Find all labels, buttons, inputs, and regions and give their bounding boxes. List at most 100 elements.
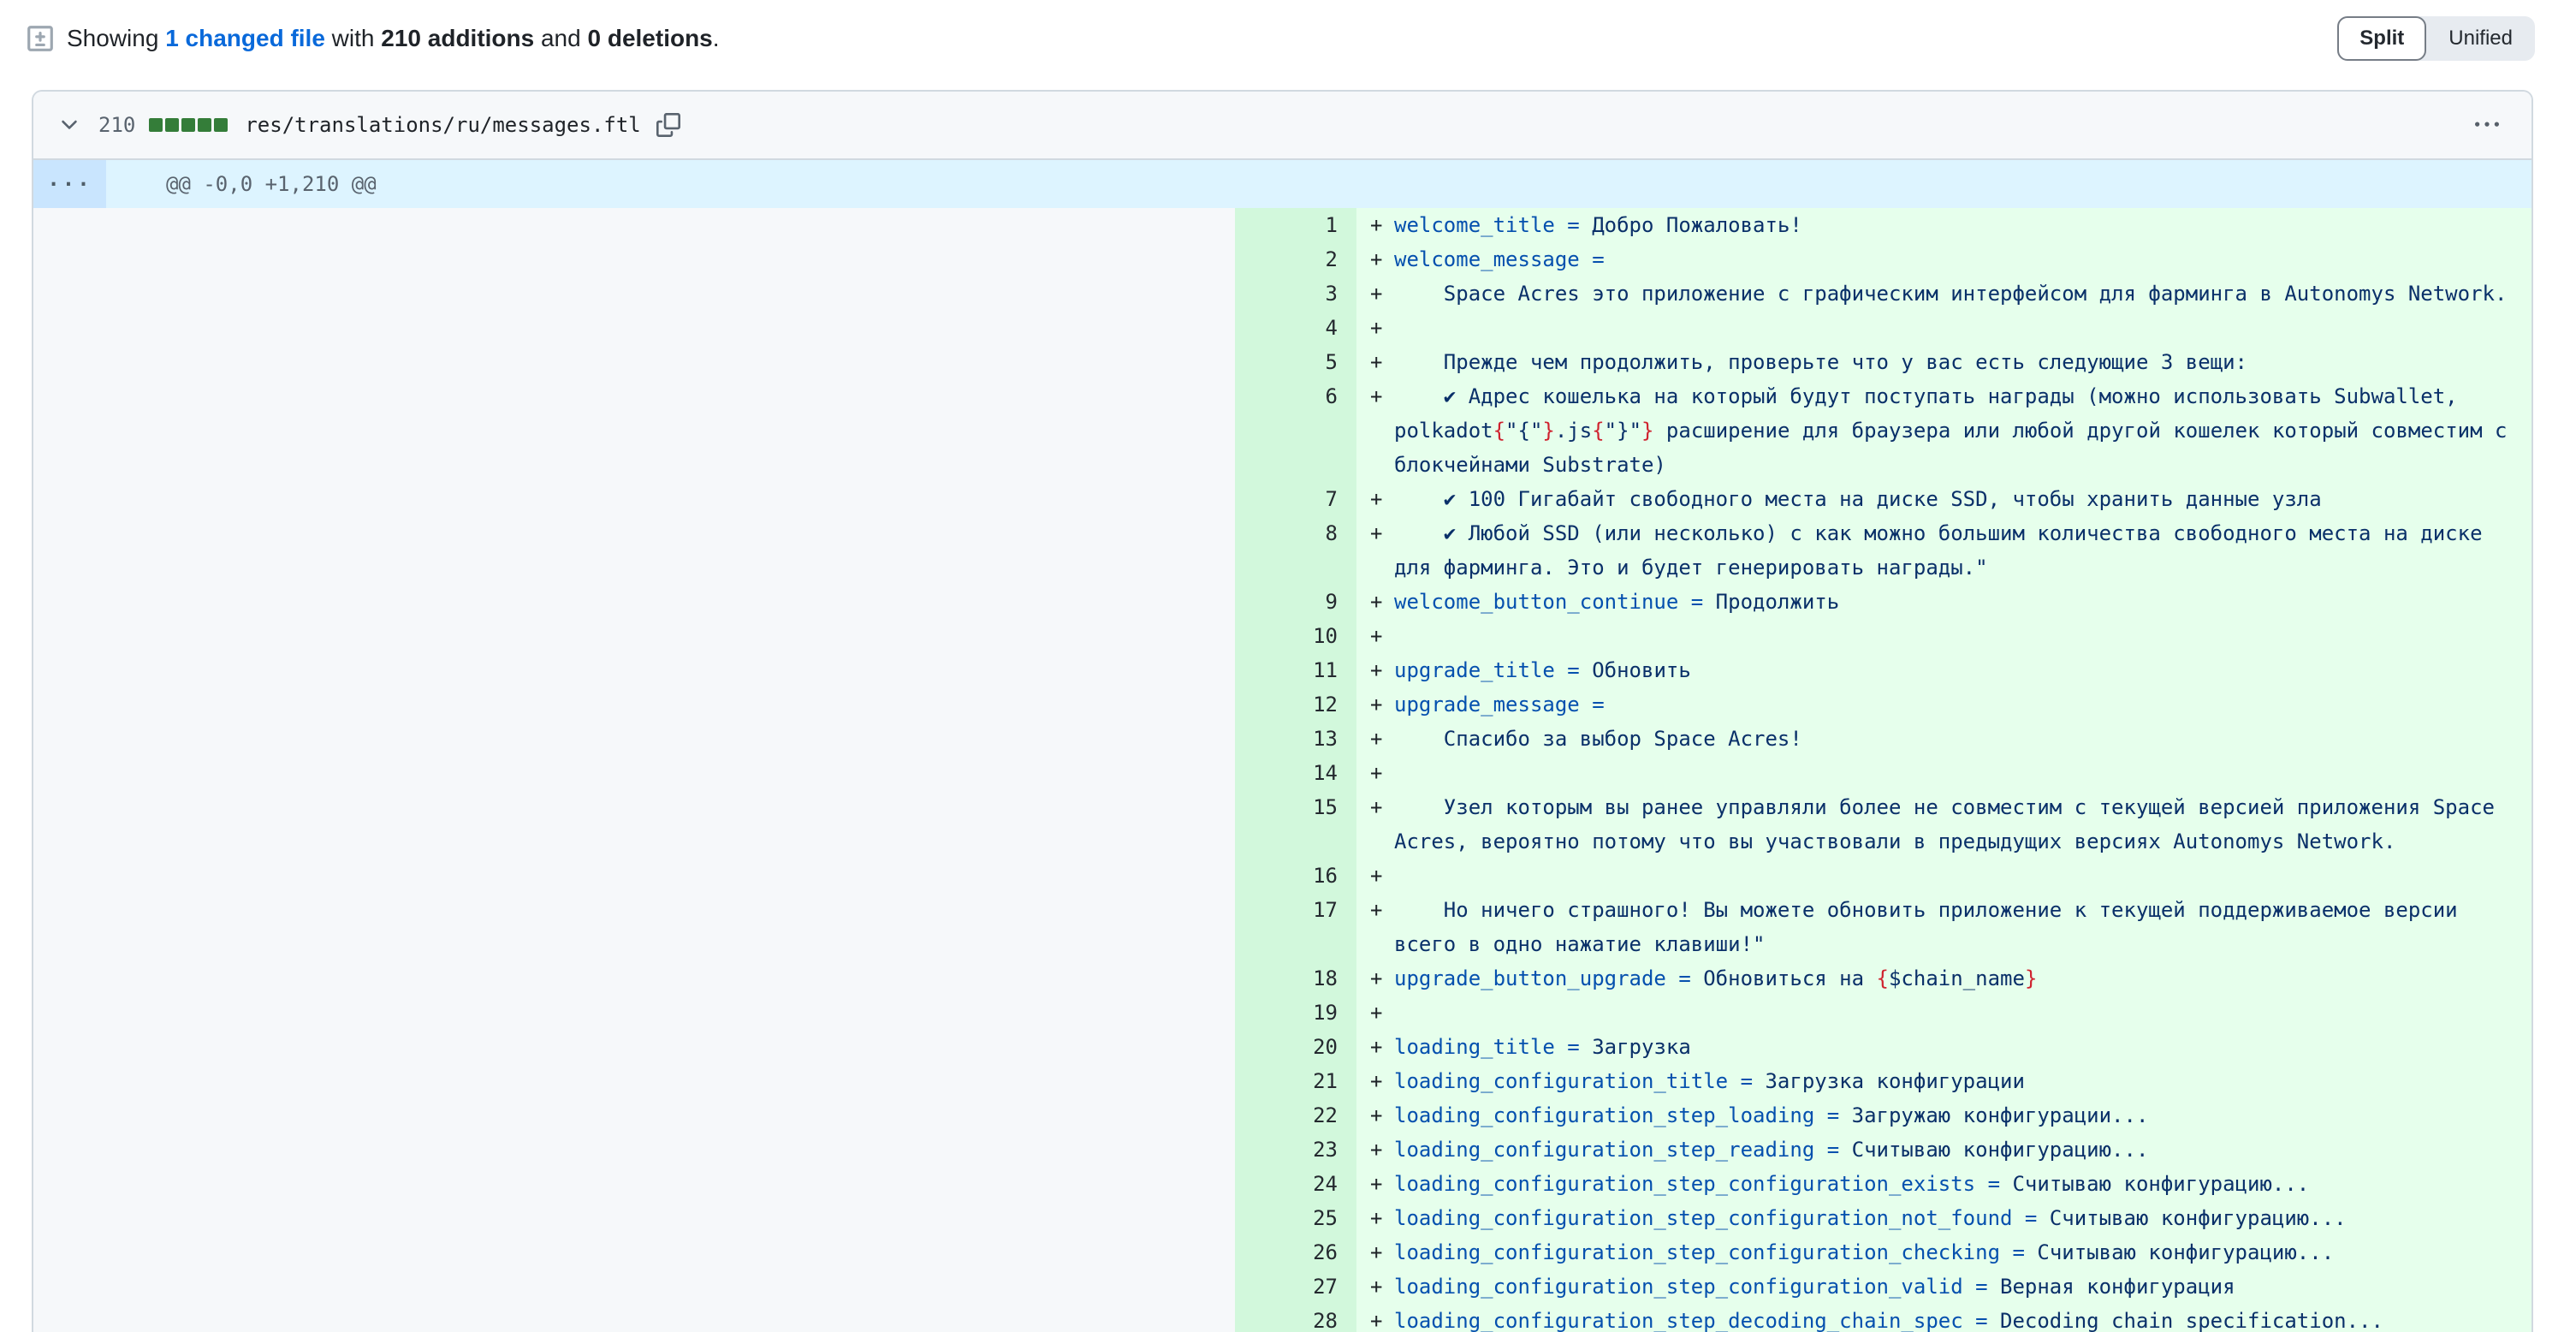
- line-number[interactable]: 14: [1235, 756, 1356, 790]
- diff-summary-bar: Showing 1 changed file with 210 addition…: [26, 14, 2535, 63]
- changed-file-link[interactable]: 1 changed file: [165, 25, 325, 51]
- line-number[interactable]: [1235, 448, 1356, 482]
- diff-left-empty-cell: [33, 277, 1235, 311]
- line-number[interactable]: [1235, 413, 1356, 448]
- collapse-file-button[interactable]: [56, 111, 83, 139]
- diff-sign: +: [1356, 379, 1394, 413]
- line-number[interactable]: 1: [1235, 208, 1356, 242]
- file-options-button[interactable]: [2468, 106, 2506, 144]
- line-number[interactable]: [1235, 824, 1356, 859]
- diff-sign: +: [1356, 1201, 1394, 1235]
- line-content: loading_title = Загрузка: [1394, 1030, 2531, 1064]
- line-number[interactable]: 25: [1235, 1201, 1356, 1235]
- diff-sign: +: [1356, 722, 1394, 756]
- line-number[interactable]: 27: [1235, 1270, 1356, 1304]
- diff-left-empty-cell: [33, 1030, 1235, 1064]
- line-number[interactable]: 13: [1235, 722, 1356, 756]
- diff-left-empty-cell: [33, 413, 1235, 448]
- diff-sign: +: [1356, 1304, 1394, 1332]
- line-number[interactable]: 4: [1235, 311, 1356, 345]
- diff-line-row: 24+loading_configuration_step_configurat…: [33, 1167, 2531, 1201]
- diff-left-empty-cell: [33, 790, 1235, 824]
- diff-sign: +: [1356, 242, 1394, 277]
- diff-left-empty-cell: [33, 961, 1235, 996]
- line-number[interactable]: 20: [1235, 1030, 1356, 1064]
- file-diff-icon: [26, 24, 55, 53]
- diff-left-empty-cell: [33, 756, 1235, 790]
- hunk-header-row: ··· @@ -0,0 +1,210 @@: [33, 160, 2531, 208]
- diff-line-row: 9+welcome_button_continue = Продолжить: [33, 585, 2531, 619]
- diff-sign: [1356, 448, 1394, 482]
- diff-line-row: 25+loading_configuration_step_configurat…: [33, 1201, 2531, 1235]
- diff-line-row: 26+loading_configuration_step_configurat…: [33, 1235, 2531, 1270]
- diff-line-row: 23+loading_configuration_step_reading = …: [33, 1133, 2531, 1167]
- unified-view-button[interactable]: Unified: [2426, 16, 2535, 61]
- diff-sign: +: [1356, 996, 1394, 1030]
- diffstat-addition-block: [181, 118, 195, 132]
- line-content: loading_configuration_step_decoding_chai…: [1394, 1304, 2531, 1332]
- summary-period: .: [713, 25, 720, 51]
- line-content: polkadot{"{"}.js{"}"} расширение для бра…: [1394, 413, 2531, 448]
- line-content: Прежде чем продолжить, проверьте что у в…: [1394, 345, 2531, 379]
- line-number[interactable]: 23: [1235, 1133, 1356, 1167]
- line-number[interactable]: 26: [1235, 1235, 1356, 1270]
- diff-left-empty-cell: [33, 208, 1235, 242]
- line-number[interactable]: 22: [1235, 1098, 1356, 1133]
- diff-line-row: 5+ Прежде чем продолжить, проверьте что …: [33, 345, 2531, 379]
- diff-line-row: 20+loading_title = Загрузка: [33, 1030, 2531, 1064]
- diff-line-row: 10+: [33, 619, 2531, 653]
- summary-text: Showing 1 changed file with 210 addition…: [67, 25, 720, 52]
- diff-body: 1+welcome_title = Добро Пожаловать!2+wel…: [33, 208, 2531, 1332]
- line-number[interactable]: 24: [1235, 1167, 1356, 1201]
- diff-sign: +: [1356, 1270, 1394, 1304]
- line-number[interactable]: 12: [1235, 687, 1356, 722]
- diff-line-row: 2+welcome_message =: [33, 242, 2531, 277]
- line-number[interactable]: 19: [1235, 996, 1356, 1030]
- copy-path-button[interactable]: [656, 113, 680, 137]
- line-number[interactable]: 2: [1235, 242, 1356, 277]
- expand-hunk-button[interactable]: ···: [33, 160, 106, 208]
- diff-line-row: для фарминга. Это и будет генерировать н…: [33, 550, 2531, 585]
- line-number[interactable]: 17: [1235, 893, 1356, 927]
- line-number[interactable]: 15: [1235, 790, 1356, 824]
- line-number[interactable]: 3: [1235, 277, 1356, 311]
- diff-sign: +: [1356, 1235, 1394, 1270]
- line-number[interactable]: [1235, 927, 1356, 961]
- diff-line-row: 27+loading_configuration_step_configurat…: [33, 1270, 2531, 1304]
- line-number[interactable]: 21: [1235, 1064, 1356, 1098]
- line-content: upgrade_message =: [1394, 687, 2531, 722]
- line-number[interactable]: 16: [1235, 859, 1356, 893]
- diff-left-empty-cell: [33, 619, 1235, 653]
- diff-sign: [1356, 824, 1394, 859]
- diff-line-row: 8+ ✔ Любой SSD (или несколько) с как мож…: [33, 516, 2531, 550]
- diff-sign: +: [1356, 619, 1394, 653]
- summary-prefix: Showing: [67, 25, 165, 51]
- line-number[interactable]: 11: [1235, 653, 1356, 687]
- diff-left-empty-cell: [33, 893, 1235, 927]
- line-content: Space Acres это приложение с графическим…: [1394, 277, 2531, 311]
- line-number[interactable]: 10: [1235, 619, 1356, 653]
- diff-left-empty-cell: [33, 482, 1235, 516]
- diff-sign: +: [1356, 1098, 1394, 1133]
- diff-line-row: 12+upgrade_message =: [33, 687, 2531, 722]
- line-number[interactable]: 28: [1235, 1304, 1356, 1332]
- hunk-header-text: @@ -0,0 +1,210 @@: [106, 160, 377, 208]
- line-number[interactable]: 9: [1235, 585, 1356, 619]
- line-content: ✔ 100 Гигабайт свободного места на диске…: [1394, 482, 2531, 516]
- diff-left-empty-cell: [33, 996, 1235, 1030]
- diff-left-empty-cell: [33, 859, 1235, 893]
- line-number[interactable]: 7: [1235, 482, 1356, 516]
- line-number[interactable]: 5: [1235, 345, 1356, 379]
- split-view-button[interactable]: Split: [2337, 16, 2426, 61]
- diff-sign: +: [1356, 859, 1394, 893]
- diff-sign: +: [1356, 311, 1394, 345]
- line-number[interactable]: [1235, 550, 1356, 585]
- line-content: блокчейнами Substrate): [1394, 448, 2531, 482]
- diff-left-empty-cell: [33, 448, 1235, 482]
- diff-sign: +: [1356, 1167, 1394, 1201]
- diff-line-row: polkadot{"{"}.js{"}"} расширение для бра…: [33, 413, 2531, 448]
- line-number[interactable]: 18: [1235, 961, 1356, 996]
- diff-left-empty-cell: [33, 242, 1235, 277]
- line-number[interactable]: 6: [1235, 379, 1356, 413]
- line-number[interactable]: 8: [1235, 516, 1356, 550]
